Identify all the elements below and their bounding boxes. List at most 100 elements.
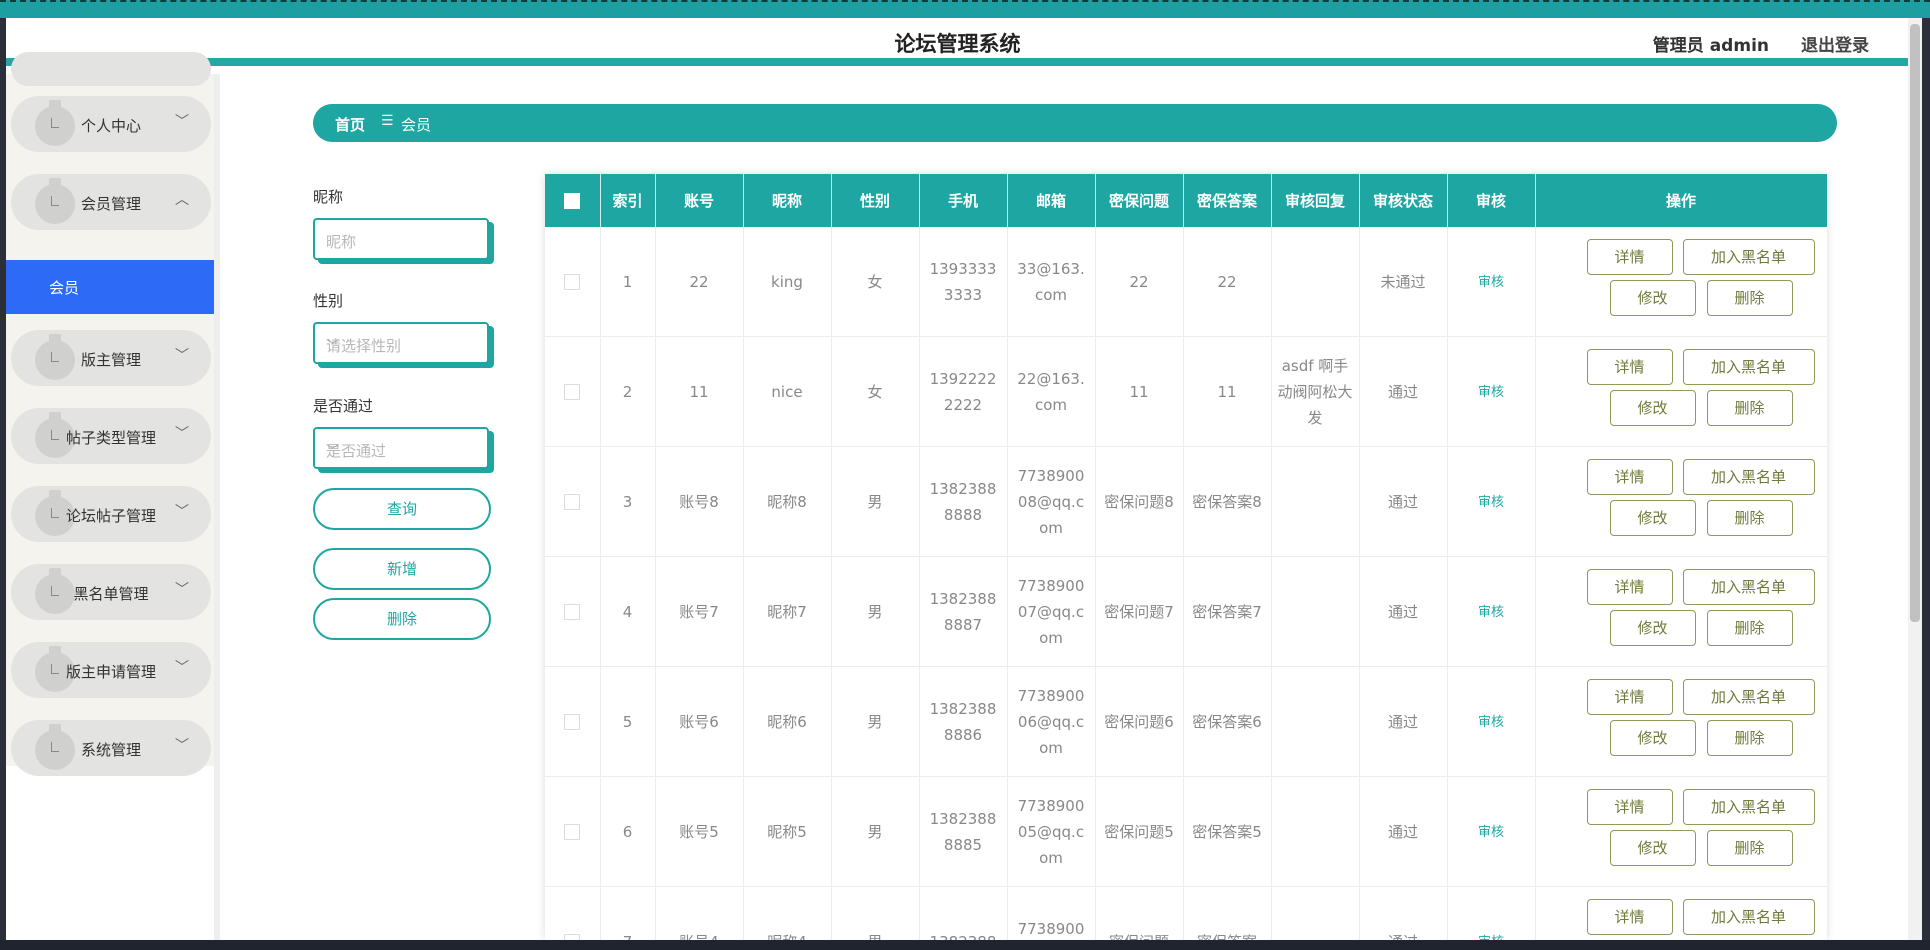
row-checkbox[interactable]	[545, 886, 601, 940]
edit-button[interactable]: 修改	[1609, 720, 1696, 756]
blacklist-button[interactable]: 加入黑名单	[1682, 349, 1815, 385]
row-checkbox[interactable]	[545, 776, 601, 887]
edit-button[interactable]: 修改	[1609, 280, 1696, 316]
detail-button[interactable]: 详情	[1586, 679, 1673, 715]
window-top-stripe	[0, 0, 1930, 18]
edit-button[interactable]: 修改	[1609, 610, 1696, 646]
row-checkbox[interactable]	[545, 446, 601, 557]
audit-link[interactable]: 审核	[1447, 886, 1536, 940]
cell-reply	[1271, 446, 1360, 557]
detail-button[interactable]: 详情	[1586, 789, 1673, 825]
cell-account: 11	[655, 336, 744, 447]
cell-phone: 13922222222	[919, 336, 1008, 447]
cell-phone: 13823888885	[919, 776, 1008, 887]
actions-cell: 详情加入黑名单修改删除	[1535, 666, 1827, 777]
delete-row-button[interactable]: 删除	[1706, 610, 1793, 646]
chevron-down-icon: ﹀	[175, 426, 189, 442]
sidebar-item-label: 帖子类型管理	[65, 429, 156, 447]
sidebar-item-label: 黑名单管理	[73, 585, 149, 603]
audit-link[interactable]: 审核	[1447, 666, 1536, 777]
cell-status: 通过	[1359, 446, 1448, 557]
row-checkbox[interactable]	[545, 556, 601, 667]
chevron-down-icon: ﹀	[175, 738, 189, 754]
sidebar-item-partial[interactable]	[11, 52, 211, 86]
cell-reply	[1271, 666, 1360, 777]
delete-row-button[interactable]: 删除	[1706, 280, 1793, 316]
cell-idx: 6	[600, 776, 656, 887]
delete-row-button[interactable]: 删除	[1706, 500, 1793, 536]
nickname-input[interactable]: 昵称	[313, 218, 489, 260]
cell-idx: 5	[600, 666, 656, 777]
add-button[interactable]: 新增	[313, 548, 491, 590]
blacklist-button[interactable]: 加入黑名单	[1682, 239, 1815, 275]
detail-button[interactable]: 详情	[1586, 349, 1673, 385]
logout-link[interactable]: 退出登录	[1801, 31, 1869, 56]
sidebar-item-post-type-management[interactable]: 帖子类型管理 ﹀	[11, 408, 211, 464]
cell-status: 通过	[1359, 556, 1448, 667]
breadcrumb-home[interactable]: 首页	[335, 114, 365, 135]
table-row: 6 账号5 昵称5 男 13823888885 773890005@qq.com 密保问题5…	[545, 776, 1827, 887]
select-all-checkbox[interactable]	[545, 174, 601, 227]
blacklist-button[interactable]: 加入黑名单	[1682, 789, 1815, 825]
audit-link-label[interactable]: 审核	[1478, 495, 1504, 510]
cell-status: 通过	[1359, 336, 1448, 447]
sidebar-item-moderator-management[interactable]: 版主管理 ﹀	[11, 330, 211, 386]
gender-select[interactable]: 请选择性别 ﹀	[313, 322, 489, 364]
delete-row-button[interactable]: 删除	[1706, 390, 1793, 426]
sidebar-item-moderator-application[interactable]: 版主申请管理 ﹀	[11, 642, 211, 698]
cell-email: 773890005@qq.com	[1007, 776, 1096, 887]
delete-button[interactable]: 删除	[313, 598, 491, 640]
cell-a: 22	[1183, 227, 1272, 337]
audit-link[interactable]: 审核	[1447, 446, 1536, 557]
edit-button[interactable]: 修改	[1609, 830, 1696, 866]
cell-nick: 昵称6	[743, 666, 832, 777]
cell-q: 密保问题6	[1095, 666, 1184, 777]
cell-reply	[1271, 776, 1360, 887]
audit-link[interactable]: 审核	[1447, 556, 1536, 667]
detail-button[interactable]: 详情	[1586, 899, 1673, 935]
cell-gender: 男	[831, 446, 920, 557]
sidebar-item-label: 论坛帖子管理	[65, 507, 156, 525]
column-header: 昵称	[743, 174, 832, 227]
sidebar-item-system-management[interactable]: 系统管理 ﹀	[11, 720, 211, 776]
cell-nick: nice	[743, 336, 832, 447]
sidebar-item-personal-center[interactable]: 个人中心 ﹀	[11, 96, 211, 152]
audit-link[interactable]: 审核	[1447, 336, 1536, 447]
audit-link-label[interactable]: 审核	[1478, 385, 1504, 400]
audit-link[interactable]: 审核	[1447, 227, 1536, 337]
edit-button[interactable]: 修改	[1609, 500, 1696, 536]
cell-status: 通过	[1359, 886, 1448, 940]
delete-row-button[interactable]: 删除	[1706, 830, 1793, 866]
blacklist-button[interactable]: 加入黑名单	[1682, 569, 1815, 605]
query-button[interactable]: 查询	[313, 488, 491, 530]
detail-button[interactable]: 详情	[1586, 459, 1673, 495]
sidebar-item-blacklist-management[interactable]: 黑名单管理 ﹀	[11, 564, 211, 620]
detail-button[interactable]: 详情	[1586, 239, 1673, 275]
detail-button[interactable]: 详情	[1586, 569, 1673, 605]
pass-select[interactable]: 是否通过 ﹀	[313, 427, 489, 469]
blacklist-button[interactable]: 加入黑名单	[1682, 679, 1815, 715]
blacklist-button[interactable]: 加入黑名单	[1682, 899, 1815, 935]
chevron-down-icon: ﹀	[326, 339, 340, 354]
audit-link-label[interactable]: 审核	[1478, 605, 1504, 620]
audit-link-label[interactable]: 审核	[1478, 825, 1504, 840]
audit-link-label[interactable]: 审核	[1478, 715, 1504, 730]
sidebar-subitem-member[interactable]: 会员	[6, 260, 214, 314]
audit-link[interactable]: 审核	[1447, 776, 1536, 887]
screen: 论坛管理系统 管理员 admin 退出登录 个人中心 ﹀ 会员管理 ︿ 会员 版…	[0, 0, 1930, 950]
scrollbar-thumb[interactable]	[1910, 24, 1920, 622]
sidebar-item-member-management[interactable]: 会员管理 ︿	[11, 174, 211, 230]
cell-account: 账号6	[655, 666, 744, 777]
cell-status: 通过	[1359, 666, 1448, 777]
vertical-scrollbar[interactable]	[1908, 18, 1922, 940]
audit-link-label[interactable]: 审核	[1478, 275, 1504, 290]
row-checkbox[interactable]	[545, 666, 601, 777]
row-checkbox[interactable]	[545, 227, 601, 337]
blacklist-button[interactable]: 加入黑名单	[1682, 459, 1815, 495]
row-checkbox[interactable]	[545, 336, 601, 447]
cell-email: 773890007@qq.com	[1007, 556, 1096, 667]
delete-row-button[interactable]: 删除	[1706, 720, 1793, 756]
sidebar-item-forum-post-management[interactable]: 论坛帖子管理 ﹀	[11, 486, 211, 542]
edit-button[interactable]: 修改	[1609, 390, 1696, 426]
actions-cell: 详情加入黑名单修改删除	[1535, 776, 1827, 887]
